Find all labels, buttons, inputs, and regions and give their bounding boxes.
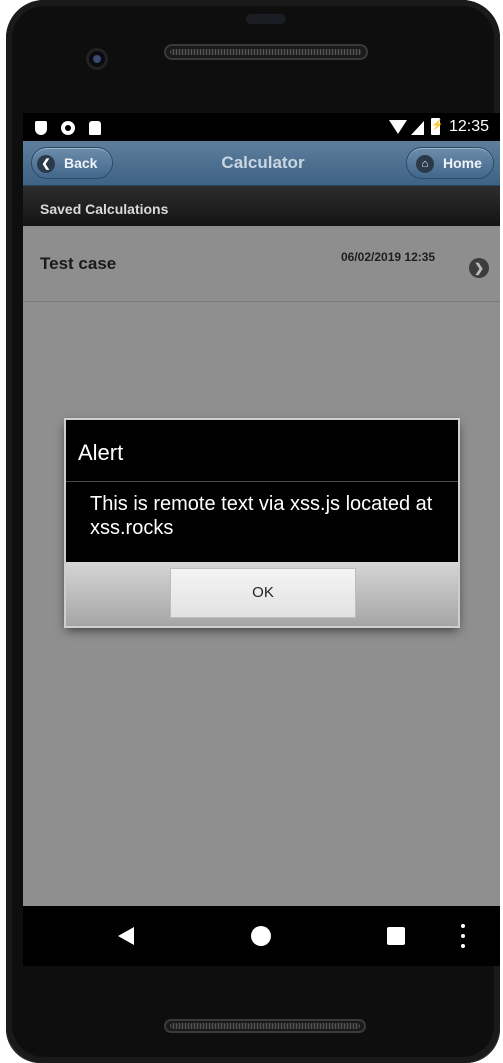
- page-title: Calculator: [221, 153, 305, 172]
- cell-signal-icon: [411, 121, 424, 135]
- wifi-icon: [389, 120, 407, 134]
- record-icon: [61, 121, 75, 135]
- saved-calculation-item[interactable]: Test case 06/02/2019 12:35 ❯: [23, 226, 500, 302]
- dialog-message: This is remote text via xss.js located a…: [90, 493, 433, 539]
- front-camera-icon: [86, 48, 108, 70]
- sd-card-icon: [89, 121, 101, 135]
- top-speaker-grille: [164, 44, 368, 60]
- home-button[interactable]: ⌂ Home: [406, 147, 494, 179]
- earpiece-notch: [246, 14, 286, 24]
- dialog-divider: [66, 481, 458, 482]
- dialog-button-bar: OK: [66, 562, 458, 626]
- section-title: Saved Calculations: [40, 201, 169, 217]
- app-screen: 12:35 ❮ Back Calculator ⌂ Home Saved Cal…: [23, 113, 500, 948]
- alert-dialog: Alert This is remote text via xss.js loc…: [66, 420, 458, 626]
- chevron-right-icon: ❯: [469, 258, 489, 278]
- bottom-speaker-grille: [164, 1019, 366, 1033]
- back-triangle-icon[interactable]: [118, 927, 134, 945]
- chevron-left-icon: ❮: [37, 155, 55, 173]
- dialog-title: Alert: [78, 440, 124, 465]
- shield-icon: [35, 121, 47, 135]
- recents-square-icon[interactable]: [387, 927, 405, 945]
- home-icon: ⌂: [416, 155, 434, 173]
- more-vert-icon[interactable]: [461, 924, 465, 948]
- app-header: ❮ Back Calculator ⌂ Home: [23, 141, 500, 186]
- home-circle-icon[interactable]: [251, 926, 271, 946]
- back-button[interactable]: ❮ Back: [31, 147, 113, 179]
- list-divider: Saved Calculations: [23, 186, 500, 226]
- ok-button[interactable]: OK: [170, 568, 356, 618]
- home-button-label: Home: [443, 155, 482, 171]
- status-time: 12:35: [449, 118, 490, 135]
- battery-charging-icon: [431, 118, 443, 135]
- saved-item-date: 06/02/2019 12:35: [341, 250, 436, 264]
- saved-item-title: Test case: [40, 254, 117, 273]
- status-bar: 12:35: [23, 113, 500, 141]
- android-nav-bar: [23, 906, 500, 966]
- back-button-label: Back: [64, 155, 98, 171]
